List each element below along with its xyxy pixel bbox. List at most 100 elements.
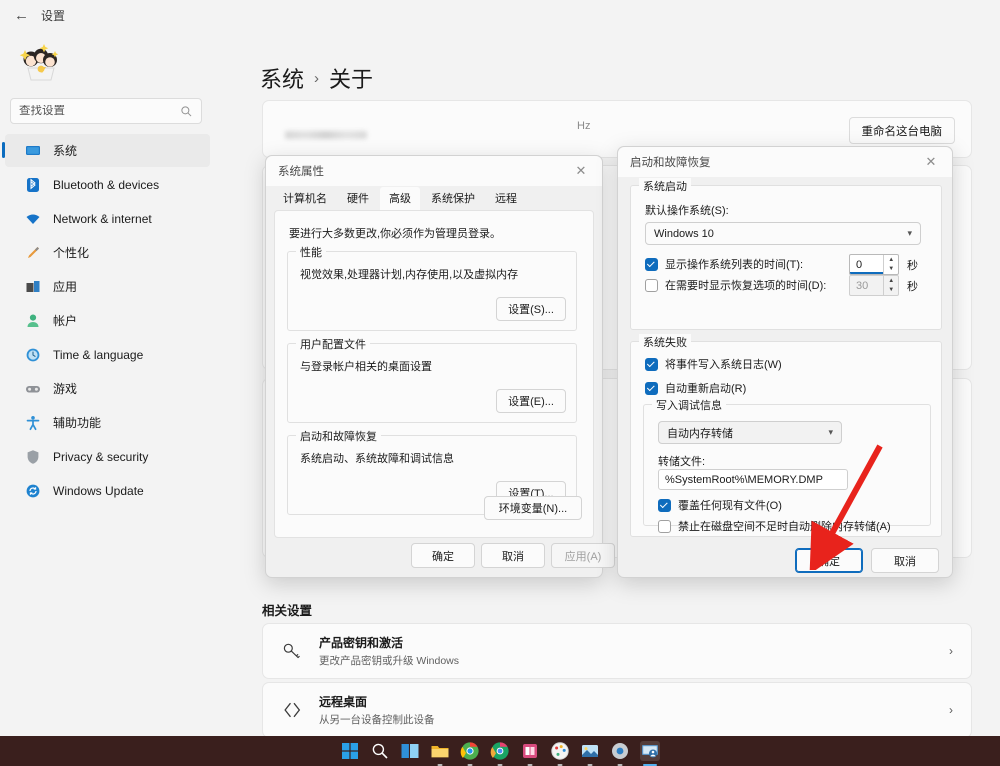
chrome-canary-icon[interactable] bbox=[490, 741, 510, 761]
task-view-icon[interactable] bbox=[400, 741, 420, 761]
search-box[interactable] bbox=[10, 98, 202, 124]
sidebar-item-apps[interactable]: 应用 bbox=[5, 270, 210, 303]
startup-ok-button[interactable]: 确定 bbox=[795, 548, 863, 573]
sidebar-item-personalization[interactable]: 个性化 bbox=[5, 236, 210, 269]
dump-file-value: %SystemRoot%\MEMORY.DMP bbox=[665, 474, 823, 486]
recovery-timeout-stepper: 30 ▲▼ bbox=[849, 275, 899, 296]
sysprops-cancel-button[interactable]: 取消 bbox=[481, 543, 545, 568]
checkbox-box bbox=[645, 358, 658, 371]
window-title: 设置 bbox=[41, 7, 65, 24]
clock-icon bbox=[25, 347, 41, 363]
pc-name-redacted bbox=[285, 131, 367, 139]
system-properties-icon[interactable] bbox=[640, 741, 660, 761]
tab-computer-name[interactable]: 计算机名 bbox=[274, 187, 336, 210]
show-os-list-label: 显示操作系统列表的时间(T): bbox=[665, 256, 803, 272]
sidebar-item-system[interactable]: 系统 bbox=[5, 134, 210, 167]
rename-pc-button[interactable]: 重命名这台电脑 bbox=[849, 117, 956, 144]
sidebar-item-privacy-security[interactable]: Privacy & security bbox=[5, 440, 210, 473]
startup-cancel-button[interactable]: 取消 bbox=[871, 548, 939, 573]
performance-settings-button[interactable]: 设置(S)... bbox=[496, 297, 566, 321]
show-recovery-options-label: 在需要时显示恢复选项的时间(D): bbox=[665, 277, 826, 293]
settings-gear-icon[interactable] bbox=[610, 741, 630, 761]
tab-remote[interactable]: 远程 bbox=[486, 187, 526, 210]
dialog-title: 启动和故障恢复 bbox=[630, 154, 711, 170]
performance-desc: 视觉效果,处理器计划,内存使用,以及虚拟内存 bbox=[300, 266, 518, 282]
sidebar-item-network[interactable]: Network & internet bbox=[5, 202, 210, 235]
sysprops-ok-button[interactable]: 确定 bbox=[411, 543, 475, 568]
avatar-image bbox=[14, 35, 66, 87]
sidebar-item-label: 帐户 bbox=[53, 312, 77, 329]
debug-info-group-label: 写入调试信息 bbox=[652, 397, 726, 413]
dump-file-input[interactable]: %SystemRoot%\MEMORY.DMP bbox=[658, 469, 848, 490]
apps-icon bbox=[25, 279, 41, 295]
related-item-product-key[interactable]: 产品密钥和激活 更改产品密钥或升级 Windows › bbox=[262, 623, 972, 679]
close-icon[interactable]: ✕ bbox=[918, 151, 944, 173]
related-item-remote-desktop[interactable]: 远程桌面 从另一台设备控制此设备 › bbox=[262, 682, 972, 736]
user-profiles-settings-button[interactable]: 设置(E)... bbox=[496, 389, 566, 413]
related-settings-title: 相关设置 bbox=[262, 600, 312, 619]
os-list-timeout-value: 0 bbox=[850, 255, 883, 274]
related-item-title: 远程桌面 bbox=[319, 693, 435, 710]
show-recovery-options-checkbox[interactable]: 在需要时显示恢复选项的时间(D): bbox=[645, 277, 826, 293]
sidebar-item-accessibility[interactable]: 辅助功能 bbox=[5, 406, 210, 439]
performance-group: 性能 视觉效果,处理器计划,内存使用,以及虚拟内存 设置(S)... bbox=[287, 251, 577, 331]
stepper-arrows[interactable]: ▲▼ bbox=[883, 255, 898, 274]
show-os-list-checkbox[interactable]: 显示操作系统列表的时间(T): bbox=[645, 256, 803, 272]
sidebar-item-gaming[interactable]: 游戏 bbox=[5, 372, 210, 405]
tab-advanced[interactable]: 高级 bbox=[380, 187, 420, 210]
file-explorer-icon[interactable] bbox=[430, 741, 450, 761]
tab-strip: 计算机名 硬件 高级 系统保护 远程 bbox=[266, 186, 602, 210]
photos-icon[interactable] bbox=[580, 741, 600, 761]
debug-info-select[interactable]: 自动内存转储 ▾ bbox=[658, 421, 842, 444]
sidebar-item-label: Network & internet bbox=[53, 212, 152, 226]
sysprops-apply-button: 应用(A) bbox=[551, 543, 615, 568]
tab-hardware[interactable]: 硬件 bbox=[338, 187, 378, 210]
related-item-sub: 更改产品密钥或升级 Windows bbox=[319, 653, 459, 668]
chevron-right-icon: › bbox=[949, 703, 953, 717]
search-input[interactable] bbox=[19, 105, 180, 117]
disable-auto-delete-checkbox[interactable]: 禁止在磁盘空间不足时自动删除内存转储(A) bbox=[658, 518, 891, 534]
close-icon[interactable]: ✕ bbox=[568, 160, 594, 182]
user-profiles-group-label: 用户配置文件 bbox=[296, 336, 370, 352]
paint-icon[interactable] bbox=[550, 741, 570, 761]
chevron-right-icon: › bbox=[949, 644, 953, 658]
user-profiles-group: 用户配置文件 与登录帐户相关的桌面设置 设置(E)... bbox=[287, 343, 577, 423]
store-icon[interactable] bbox=[520, 741, 540, 761]
advanced-tab-panel: 要进行大多数更改,你必须作为管理员登录。 性能 视觉效果,处理器计划,内存使用,… bbox=[274, 210, 594, 538]
update-icon bbox=[25, 483, 41, 499]
related-item-title: 产品密钥和激活 bbox=[319, 634, 459, 651]
chrome-icon[interactable] bbox=[460, 741, 480, 761]
sidebar: 系统 Bluetooth & devices Network & interne… bbox=[0, 30, 215, 736]
breadcrumb-root[interactable]: 系统 bbox=[260, 62, 304, 94]
os-list-timeout-unit: 秒 bbox=[907, 257, 918, 273]
system-failure-group: 系统失败 将事件写入系统日志(W) 自动重新启动(R) 写入调试信息 自动内存转… bbox=[630, 341, 942, 537]
admin-notice: 要进行大多数更改,你必须作为管理员登录。 bbox=[289, 225, 501, 241]
brush-icon bbox=[25, 245, 41, 261]
tab-system-protection[interactable]: 系统保护 bbox=[422, 187, 484, 210]
chevron-down-icon: ▾ bbox=[828, 427, 833, 438]
auto-restart-checkbox[interactable]: 自动重新启动(R) bbox=[645, 380, 746, 396]
account-icon bbox=[25, 313, 41, 329]
debug-info-value: 自动内存转储 bbox=[667, 425, 828, 441]
back-arrow-icon[interactable]: ← bbox=[14, 8, 29, 23]
breadcrumb-separator: › bbox=[314, 70, 319, 87]
debug-info-group: 写入调试信息 自动内存转储 ▾ 转储文件: %SystemRoot%\MEMOR… bbox=[643, 404, 931, 526]
recovery-timeout-value: 30 bbox=[850, 276, 883, 295]
avatar[interactable] bbox=[14, 35, 66, 87]
checkbox-box bbox=[658, 520, 671, 533]
sidebar-item-label: 辅助功能 bbox=[53, 414, 101, 431]
sidebar-item-bluetooth[interactable]: Bluetooth & devices bbox=[5, 168, 210, 201]
overwrite-file-checkbox[interactable]: 覆盖任何现有文件(O) bbox=[658, 497, 782, 513]
sidebar-item-windows-update[interactable]: Windows Update bbox=[5, 474, 210, 507]
sidebar-item-accounts[interactable]: 帐户 bbox=[5, 304, 210, 337]
sidebar-item-time-language[interactable]: Time & language bbox=[5, 338, 210, 371]
search-icon[interactable] bbox=[370, 741, 390, 761]
environment-variables-button[interactable]: 环境变量(N)... bbox=[484, 496, 582, 520]
os-list-timeout-stepper[interactable]: 0 ▲▼ bbox=[849, 254, 899, 275]
auto-restart-label: 自动重新启动(R) bbox=[665, 380, 746, 396]
write-event-log-checkbox[interactable]: 将事件写入系统日志(W) bbox=[645, 356, 782, 372]
start-icon[interactable] bbox=[340, 741, 360, 761]
default-os-select[interactable]: Windows 10 ▾ bbox=[645, 222, 921, 245]
startup-recovery-group-label: 启动和故障恢复 bbox=[296, 428, 381, 444]
sidebar-item-label: 个性化 bbox=[53, 244, 89, 261]
